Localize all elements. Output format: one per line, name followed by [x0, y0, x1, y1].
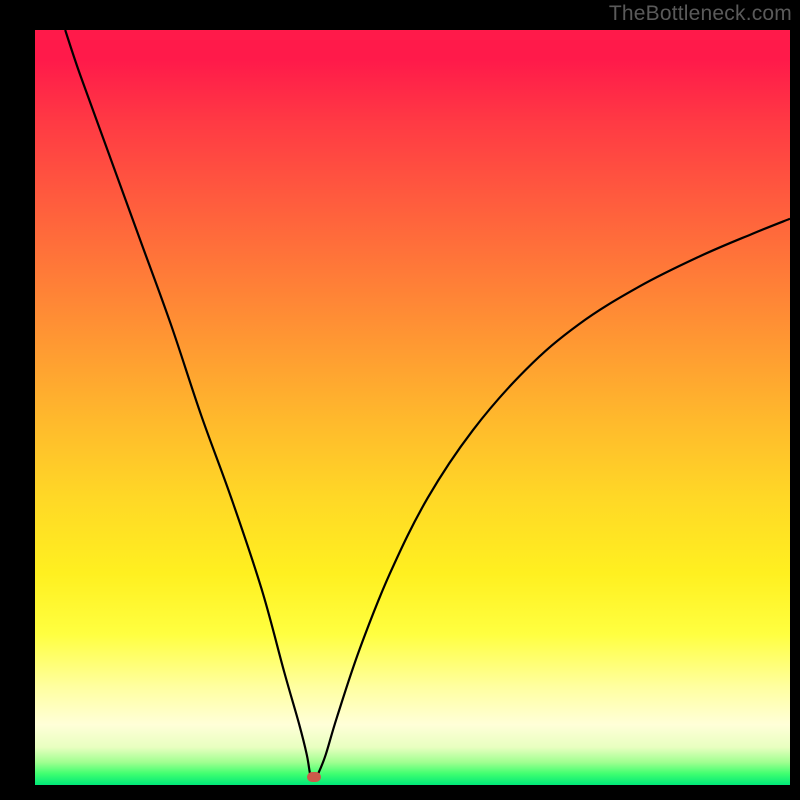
- watermark-text: TheBottleneck.com: [609, 2, 792, 26]
- chart-plot-area: [35, 30, 790, 785]
- bottleneck-curve: [35, 30, 790, 785]
